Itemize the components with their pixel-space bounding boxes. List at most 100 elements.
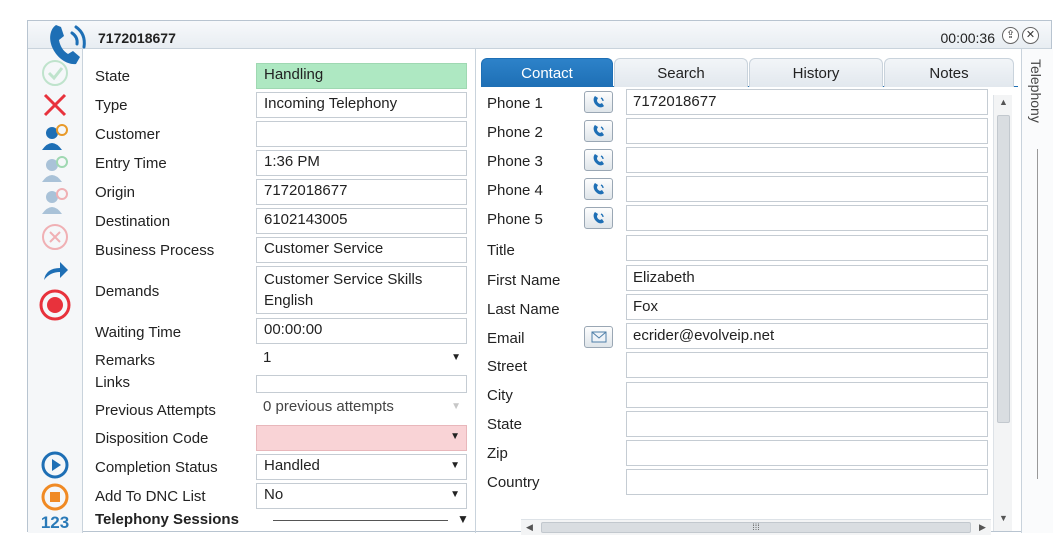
phone-call-icon[interactable] [584, 178, 613, 200]
side-tab-label: Telephony [1028, 59, 1044, 123]
state-field[interactable] [626, 411, 988, 437]
state-value: Handling [256, 63, 467, 89]
last-name-field[interactable]: Fox [626, 294, 988, 320]
phone-3-field[interactable] [626, 147, 988, 173]
phone-call-icon[interactable] [584, 207, 613, 229]
tab-search[interactable]: Search [614, 58, 748, 87]
contact-row-phone-5: Phone 5 [481, 205, 996, 234]
add-to-dnc-dropdown[interactable]: No [256, 483, 467, 509]
first-name-field[interactable]: Elizabeth [626, 265, 988, 291]
field-state: State Handling [85, 62, 476, 91]
interaction-window: 7172018677 00:00:36 ⇪ ✕ 123 State Handli… [27, 20, 1053, 535]
reject-x-icon[interactable] [37, 89, 73, 121]
phone-2-field[interactable] [626, 118, 988, 144]
phone-5-field[interactable] [626, 205, 988, 231]
contact-label: Email [487, 330, 525, 347]
field-customer: Customer [85, 120, 476, 149]
disposition-code-dropdown[interactable] [256, 425, 467, 451]
phone-call-icon[interactable] [584, 120, 613, 142]
field-label: Waiting Time [95, 324, 182, 341]
field-origin: Origin 7172018677 [85, 178, 476, 207]
scroll-left-icon[interactable]: ◀ [526, 522, 533, 533]
contact-label: Zip [487, 445, 508, 462]
tab-contact[interactable]: Contact [481, 58, 613, 87]
type-value: Incoming Telephony [256, 92, 467, 118]
customer-field[interactable] [256, 121, 467, 147]
previous-attempts-dropdown[interactable]: 0 previous attempts [256, 396, 467, 422]
contact-row-phone-4: Phone 4 [481, 176, 996, 205]
phone-call-logo-icon [44, 21, 96, 69]
remarks-dropdown[interactable]: 1 [256, 347, 467, 373]
field-destination: Destination 6102143005 [85, 207, 476, 236]
entry-time-value: 1:36 PM [256, 150, 467, 176]
links-field[interactable] [256, 375, 467, 393]
street-field[interactable] [626, 352, 988, 378]
field-disposition-code: Disposition Code [85, 424, 476, 453]
play-icon[interactable] [37, 449, 73, 481]
field-label: Add To DNC List [95, 488, 206, 505]
contact-label: Phone 4 [487, 182, 543, 199]
phone-call-icon[interactable] [584, 91, 613, 113]
scroll-right-icon[interactable]: ▶ [979, 522, 986, 533]
pin-icon[interactable]: ⇪ [1002, 27, 1019, 44]
keypad-button[interactable]: 123 [37, 507, 73, 539]
contact-row-first-name: First Name Elizabeth [481, 265, 996, 294]
phone-1-field[interactable]: 7172018677 [626, 89, 988, 115]
field-completion-status: Completion Status Handled [85, 453, 476, 482]
contact-label: Country [487, 474, 540, 491]
customer-add-icon[interactable] [37, 153, 73, 185]
record-icon[interactable] [37, 289, 73, 321]
field-entry-time: Entry Time 1:36 PM [85, 149, 476, 178]
tab-notes[interactable]: Notes [884, 58, 1014, 87]
field-business-process: Business Process Customer Service [85, 236, 476, 265]
telephony-sessions-header[interactable]: Telephony Sessions [95, 511, 239, 528]
field-label: Destination [95, 213, 171, 230]
scroll-down-icon[interactable]: ▼ [999, 513, 1008, 523]
call-timer: 00:00:36 [940, 30, 996, 46]
chevron-down-icon[interactable]: ▼ [457, 512, 469, 526]
tab-history[interactable]: History [749, 58, 883, 87]
scroll-up-icon[interactable]: ▲ [999, 97, 1008, 107]
field-waiting-time: Waiting Time 00:00:00 [85, 317, 476, 346]
telephony-side-tab[interactable]: Telephony [1021, 49, 1053, 533]
demand-item: Customer Service Skills [264, 271, 423, 288]
contact-row-phone-2: Phone 2 [481, 118, 996, 147]
email-field[interactable]: ecrider@evolveip.net [626, 323, 988, 349]
caller-number-title: 7172018677 [98, 30, 176, 46]
city-field[interactable] [626, 382, 988, 408]
email-icon[interactable] [584, 326, 613, 348]
contact-row-last-name: Last Name Fox [481, 294, 996, 323]
customer-lookup-icon[interactable] [37, 121, 73, 153]
contact-row-phone-3: Phone 3 [481, 147, 996, 176]
demand-item: English [264, 292, 314, 309]
field-links: Links [85, 371, 476, 395]
contact-row-title: Title [481, 235, 996, 264]
contact-label: Phone 2 [487, 124, 543, 141]
scroll-thumb[interactable]: ⁞⁞⁞ [541, 522, 971, 533]
phone-4-field[interactable] [626, 176, 988, 202]
contact-label: Last Name [487, 301, 560, 318]
field-label: Entry Time [95, 155, 167, 172]
title-bar: 7172018677 00:00:36 ⇪ ✕ [28, 21, 1051, 49]
waiting-time-value: 00:00:00 [256, 318, 467, 344]
scroll-thumb[interactable] [997, 115, 1010, 423]
zip-field[interactable] [626, 440, 988, 466]
contact-label: City [487, 387, 513, 404]
contact-row-city: City [481, 382, 996, 411]
title-field[interactable] [626, 235, 988, 261]
country-field[interactable] [626, 469, 988, 495]
horizontal-scrollbar[interactable]: ◀ ⁞⁞⁞ ▶ [521, 519, 991, 535]
contact-row-email: Email ecrider@evolveip.net [481, 323, 996, 352]
field-type: Type Incoming Telephony [85, 91, 476, 120]
close-icon[interactable]: ✕ [1022, 27, 1039, 44]
business-process-value: Customer Service [256, 237, 467, 263]
customer-remove-icon[interactable] [37, 185, 73, 217]
phone-call-icon[interactable] [584, 149, 613, 171]
field-label: Links [95, 374, 131, 391]
keypad-label: 123 [40, 513, 70, 532]
vertical-scrollbar[interactable]: ▲ ▼ [993, 95, 1012, 531]
transfer-arrow-icon[interactable] [37, 255, 73, 287]
cancel-circle-icon[interactable] [37, 221, 73, 253]
completion-status-dropdown[interactable]: Handled [256, 454, 467, 480]
origin-value: 7172018677 [256, 179, 467, 205]
